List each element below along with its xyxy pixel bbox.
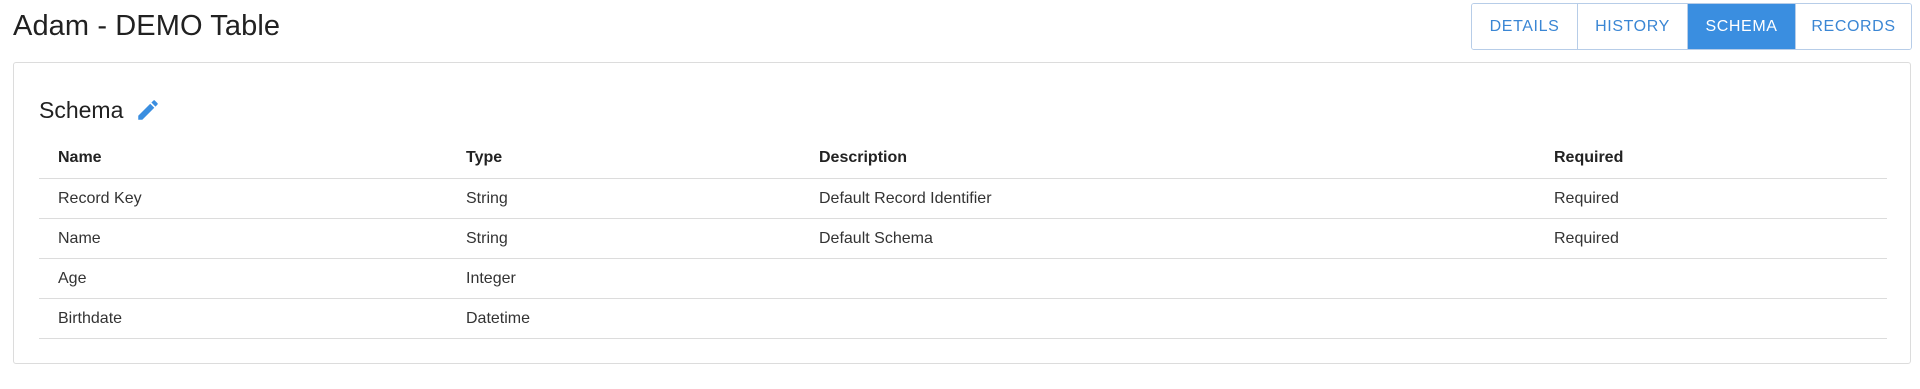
cell-required (1535, 298, 1887, 339)
tab-records[interactable]: RECORDS (1796, 4, 1911, 49)
cell-name: Record Key (39, 178, 447, 219)
cell-description (800, 258, 1535, 299)
cell-required: Required (1535, 218, 1887, 259)
column-header-description: Description (800, 138, 1535, 179)
table-row: Record Key String Default Record Identif… (39, 178, 1887, 219)
cell-description (800, 298, 1535, 339)
tab-schema[interactable]: SCHEMA (1688, 4, 1796, 49)
cell-required (1535, 258, 1887, 299)
table-row: Age Integer (39, 258, 1887, 299)
pencil-icon[interactable] (135, 97, 161, 123)
cell-type: String (447, 178, 800, 219)
tab-history[interactable]: HISTORY (1578, 4, 1688, 49)
table-row: Birthdate Datetime (39, 298, 1887, 339)
cell-type: String (447, 218, 800, 259)
cell-description: Default Record Identifier (800, 178, 1535, 219)
column-header-type: Type (447, 138, 800, 179)
cell-name: Name (39, 218, 447, 259)
cell-required: Required (1535, 178, 1887, 219)
schema-card: Schema Name Type Description Required Re… (13, 62, 1911, 364)
tab-details[interactable]: DETAILS (1472, 4, 1578, 49)
cell-name: Birthdate (39, 298, 447, 339)
column-header-name: Name (39, 138, 447, 179)
page-header: Adam - DEMO Table DETAILS HISTORY SCHEMA… (0, 0, 1920, 60)
tab-bar: DETAILS HISTORY SCHEMA RECORDS (1471, 3, 1912, 50)
schema-heading: Schema (39, 95, 161, 125)
cell-type: Datetime (447, 298, 800, 339)
schema-table: Name Type Description Required Record Ke… (39, 138, 1887, 339)
page-title: Adam - DEMO Table (13, 10, 281, 42)
table-header-row: Name Type Description Required (39, 138, 1887, 179)
table-row: Name String Default Schema Required (39, 218, 1887, 259)
column-header-required: Required (1535, 138, 1887, 179)
cell-type: Integer (447, 258, 800, 299)
schema-title: Schema (39, 97, 124, 123)
cell-name: Age (39, 258, 447, 299)
pencil-icon-svg (138, 100, 159, 120)
cell-description: Default Schema (800, 218, 1535, 259)
